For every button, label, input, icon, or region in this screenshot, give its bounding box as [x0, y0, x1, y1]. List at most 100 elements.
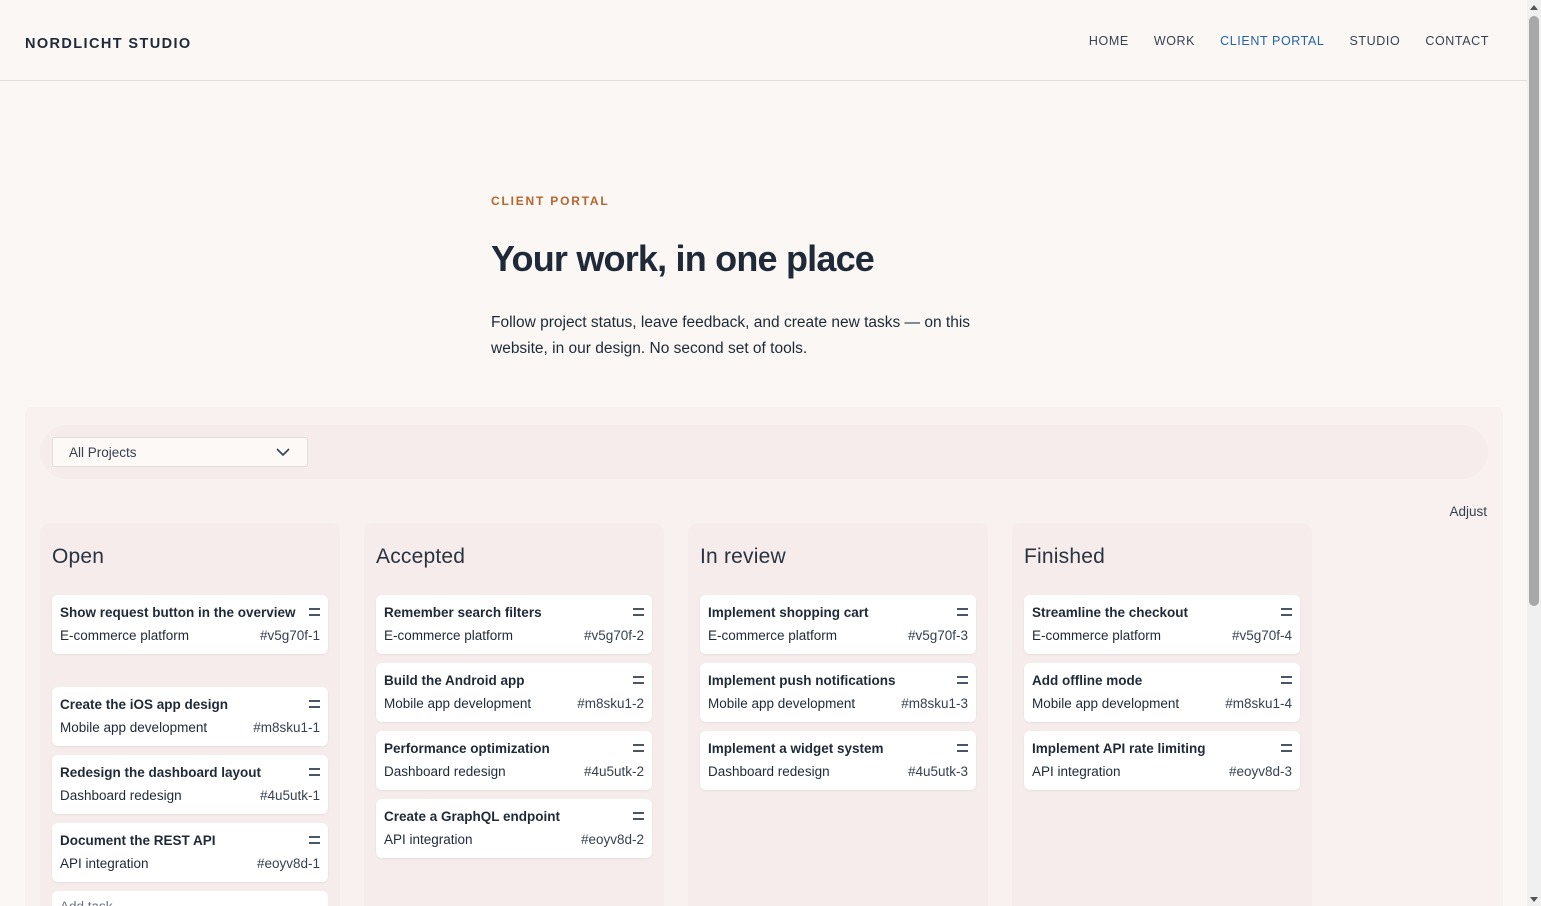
- task-card[interactable]: Create a GraphQL endpoint API integratio…: [376, 799, 652, 858]
- page-scrollbar[interactable]: [1527, 0, 1541, 906]
- task-title: Implement API rate limiting: [1032, 741, 1206, 756]
- drag-handle-icon[interactable]: [1281, 676, 1292, 684]
- column-title: Open: [52, 545, 105, 568]
- task-card[interactable]: Streamline the checkout E-commerce platf…: [1024, 595, 1300, 654]
- task-card[interactable]: Performance optimization Dashboard redes…: [376, 731, 652, 790]
- drag-handle-icon[interactable]: [1281, 744, 1292, 752]
- drag-handle-icon[interactable]: [633, 812, 644, 820]
- task-project: E-commerce platform: [1032, 628, 1162, 643]
- drag-handle-icon[interactable]: [633, 608, 644, 616]
- task-id: #eoyv8d-1: [256, 856, 320, 871]
- task-card[interactable]: Implement a widget system Dashboard rede…: [700, 731, 976, 790]
- chevron-down-icon: [276, 448, 290, 457]
- task-title: Add offline mode: [1032, 673, 1143, 688]
- task-meta: Dashboard redesign #4u5utk-2: [384, 761, 644, 783]
- task-meta: Mobile app development #m8sku1-3: [708, 693, 968, 715]
- task-id: #4u5utk-3: [907, 764, 968, 779]
- task-title: Show request button in the overview: [60, 605, 296, 620]
- column-title: In review: [700, 545, 786, 568]
- task-title: Implement a widget system: [708, 741, 884, 756]
- hero-description: Follow project status, leave feedback, a…: [491, 314, 971, 357]
- project-select[interactable]: All Projects: [52, 437, 308, 467]
- drag-handle-icon[interactable]: [957, 744, 968, 752]
- task-project: API integration: [384, 832, 473, 847]
- drag-handle-icon[interactable]: [957, 676, 968, 684]
- task-id: #m8sku1-3: [901, 696, 968, 711]
- task-title: Create the iOS app design: [60, 697, 229, 712]
- drag-handle-icon[interactable]: [1281, 608, 1292, 616]
- column-in-review: In review Implement shopping cart E-comm…: [688, 523, 988, 906]
- task-title: Streamline the checkout: [1032, 605, 1189, 620]
- column-accepted: Accepted Remember search filters E-comme…: [364, 523, 664, 906]
- hero-eyebrow: CLIENT PORTAL: [491, 194, 610, 208]
- task-meta: E-commerce platform #v5g70f-4: [1032, 625, 1292, 647]
- drag-handle-icon[interactable]: [309, 836, 320, 844]
- task-meta: Dashboard redesign #4u5utk-3: [708, 761, 968, 783]
- drag-handle-icon[interactable]: [957, 608, 968, 616]
- task-card[interactable]: Redesign the dashboard layout Dashboard …: [52, 755, 328, 814]
- task-meta: Mobile app development #m8sku1-4: [1032, 693, 1292, 715]
- brand-logo[interactable]: NORDLICHT STUDIO: [25, 36, 192, 52]
- scroll-down-icon[interactable]: [1530, 897, 1538, 902]
- task-project: E-commerce platform: [60, 628, 190, 643]
- task-title: Implement shopping cart: [708, 605, 869, 620]
- task-card[interactable]: Create the iOS app design Mobile app dev…: [52, 687, 328, 746]
- scrollbar-thumb[interactable]: [1529, 16, 1539, 606]
- task-project: Dashboard redesign: [384, 764, 506, 779]
- task-card[interactable]: Show request button in the overview E-co…: [52, 595, 328, 654]
- task-meta: Dashboard redesign #4u5utk-1: [60, 785, 320, 807]
- column-title: Finished: [1024, 545, 1105, 568]
- task-card[interactable]: Implement API rate limiting API integrat…: [1024, 731, 1300, 790]
- scroll-up-icon[interactable]: [1530, 5, 1538, 10]
- task-card[interactable]: Implement push notifications Mobile app …: [700, 663, 976, 722]
- task-project: API integration: [1032, 764, 1121, 779]
- task-card[interactable]: Document the REST API API integration #e…: [52, 823, 328, 882]
- site-header: NORDLICHT STUDIO HOME WORK CLIENT PORTAL…: [0, 0, 1527, 81]
- task-title: Performance optimization: [384, 741, 550, 756]
- task-id: #eoyv8d-3: [1228, 764, 1292, 779]
- task-id: #4u5utk-1: [259, 788, 320, 803]
- column-title: Accepted: [376, 545, 466, 568]
- hero-title: Your work, in one place: [491, 238, 875, 279]
- task-meta: E-commerce platform #v5g70f-3: [708, 625, 968, 647]
- add-task-button[interactable]: Add task: [52, 891, 328, 906]
- nav-contact[interactable]: CONTACT: [1425, 34, 1489, 48]
- task-id: #m8sku1-1: [253, 720, 320, 735]
- drag-handle-icon[interactable]: [309, 700, 320, 708]
- nav-studio[interactable]: STUDIO: [1349, 34, 1400, 48]
- column-finished: Finished Streamline the checkout E-comme…: [1012, 523, 1312, 906]
- adjust-button[interactable]: Adjust: [1449, 504, 1487, 519]
- drag-handle-icon[interactable]: [633, 744, 644, 752]
- task-id: #v5g70f-2: [583, 628, 644, 643]
- task-card[interactable]: Remember search filters E-commerce platf…: [376, 595, 652, 654]
- drag-handle-icon[interactable]: [309, 608, 320, 616]
- task-project: E-commerce platform: [708, 628, 838, 643]
- task-meta: API integration #eoyv8d-3: [1032, 761, 1292, 783]
- task-project: Mobile app development: [60, 720, 208, 735]
- task-project: Dashboard redesign: [708, 764, 830, 779]
- task-id: #v5g70f-1: [259, 628, 320, 643]
- nav-work[interactable]: WORK: [1154, 34, 1195, 48]
- task-meta: API integration #eoyv8d-1: [60, 853, 320, 875]
- task-id: #v5g70f-4: [1231, 628, 1292, 643]
- nav-client-portal[interactable]: CLIENT PORTAL: [1220, 34, 1324, 48]
- main-nav: HOME WORK CLIENT PORTAL STUDIO CONTACT: [1089, 34, 1489, 48]
- task-card[interactable]: Add offline mode Mobile app development …: [1024, 663, 1300, 722]
- task-project: API integration: [60, 856, 149, 871]
- page: NORDLICHT STUDIO HOME WORK CLIENT PORTAL…: [0, 0, 1541, 906]
- task-id: #4u5utk-2: [583, 764, 644, 779]
- task-project: Mobile app development: [384, 696, 532, 711]
- task-project: E-commerce platform: [384, 628, 514, 643]
- task-id: #eoyv8d-2: [580, 832, 644, 847]
- task-project: Mobile app development: [1032, 696, 1180, 711]
- task-id: #v5g70f-3: [907, 628, 968, 643]
- task-id: #m8sku1-2: [577, 696, 644, 711]
- task-meta: E-commerce platform #v5g70f-1: [60, 625, 320, 647]
- drag-handle-icon[interactable]: [633, 676, 644, 684]
- task-card[interactable]: Implement shopping cart E-commerce platf…: [700, 595, 976, 654]
- task-card[interactable]: Build the Android app Mobile app develop…: [376, 663, 652, 722]
- drag-handle-icon[interactable]: [309, 768, 320, 776]
- task-meta: API integration #eoyv8d-2: [384, 829, 644, 851]
- project-select-value: All Projects: [69, 444, 137, 460]
- nav-home[interactable]: HOME: [1089, 34, 1129, 48]
